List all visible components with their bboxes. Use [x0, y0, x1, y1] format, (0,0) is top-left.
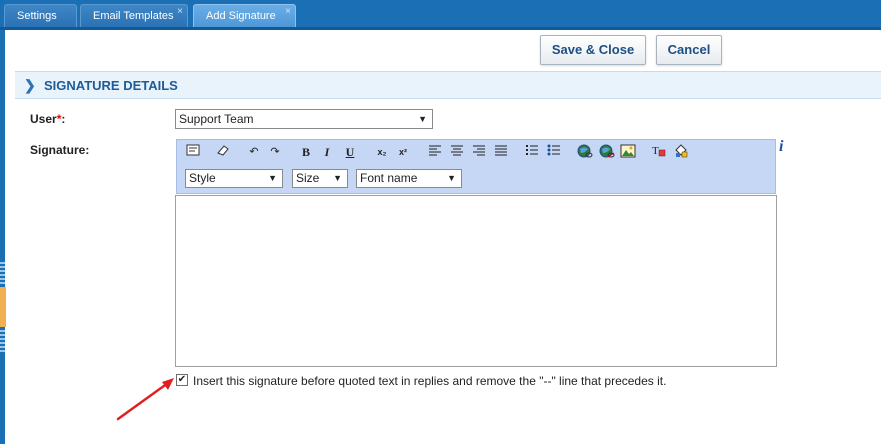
tab-label: Add Signature	[206, 10, 276, 22]
checkbox-label: Insert this signature before quoted text…	[193, 374, 667, 388]
italic-button[interactable]: I	[319, 144, 335, 160]
justify-icon[interactable]	[493, 144, 509, 160]
image-icon[interactable]	[620, 144, 636, 160]
cancel-button[interactable]: Cancel	[656, 35, 722, 65]
annotation-arrow-icon	[116, 378, 174, 421]
source-icon[interactable]	[185, 144, 201, 160]
tab-email-templates[interactable]: Email Templates ×	[80, 4, 188, 27]
user-label: User*:	[30, 112, 66, 126]
left-rail	[0, 30, 5, 444]
user-select[interactable]: Support Team ▼	[175, 109, 433, 129]
section-title: SIGNATURE DETAILS	[44, 78, 178, 93]
info-icon[interactable]: i	[779, 138, 783, 156]
redo-icon[interactable]: ↷	[267, 144, 283, 160]
size-select[interactable]: Size ▼	[292, 169, 348, 188]
rail-grip-top	[0, 262, 5, 284]
undo-icon[interactable]: ↶	[246, 144, 262, 160]
chevron-down-icon[interactable]: ❯	[24, 77, 36, 94]
align-left-icon[interactable]	[427, 144, 443, 160]
unlink-icon[interactable]	[599, 144, 615, 160]
svg-text:T: T	[652, 145, 659, 157]
text-color-icon[interactable]: T	[651, 144, 667, 160]
align-right-icon[interactable]	[471, 144, 487, 160]
user-select-value: Support Team	[179, 112, 254, 126]
close-icon[interactable]: ×	[285, 5, 291, 19]
font-name-select[interactable]: Font name ▼	[356, 169, 462, 188]
superscript-button[interactable]: x²	[395, 144, 411, 160]
tab-add-signature[interactable]: Add Signature ×	[193, 4, 296, 27]
close-icon[interactable]: ×	[177, 5, 183, 19]
sidebar-toggle-handle[interactable]	[0, 287, 6, 327]
background-color-icon[interactable]	[673, 144, 689, 160]
editor-toolbar: ↶ ↷ B I U x₂ x² T Style ▼ Size ▼ Font na…	[176, 139, 776, 194]
underline-button[interactable]: U	[342, 144, 358, 160]
size-select-value: Size	[296, 171, 320, 185]
eraser-icon[interactable]	[215, 144, 231, 160]
dropdown-arrow-icon: ▼	[268, 173, 277, 183]
tab-label: Email Templates	[93, 10, 174, 22]
section-header[interactable]: ❯ SIGNATURE DETAILS	[15, 71, 881, 99]
tab-bar: Settings Email Templates × Add Signature…	[0, 0, 881, 30]
signature-label: Signature:	[30, 143, 90, 157]
signature-editor[interactable]	[175, 195, 777, 367]
bold-button[interactable]: B	[298, 144, 314, 160]
tab-settings[interactable]: Settings	[4, 4, 77, 27]
dropdown-arrow-icon: ▼	[333, 173, 342, 183]
align-center-icon[interactable]	[449, 144, 465, 160]
dropdown-arrow-icon: ▼	[418, 114, 427, 124]
numbered-list-icon[interactable]	[524, 144, 540, 160]
font-select-value: Font name	[360, 171, 418, 185]
dropdown-arrow-icon: ▼	[447, 173, 456, 183]
tab-label: Settings	[17, 10, 57, 22]
link-icon[interactable]	[577, 144, 593, 160]
bullet-list-icon[interactable]	[546, 144, 562, 160]
subscript-button[interactable]: x₂	[374, 144, 390, 160]
save-close-button[interactable]: Save & Close	[540, 35, 646, 65]
rail-grip-bottom	[0, 330, 5, 352]
style-select-value: Style	[189, 171, 216, 185]
style-select[interactable]: Style ▼	[185, 169, 283, 188]
